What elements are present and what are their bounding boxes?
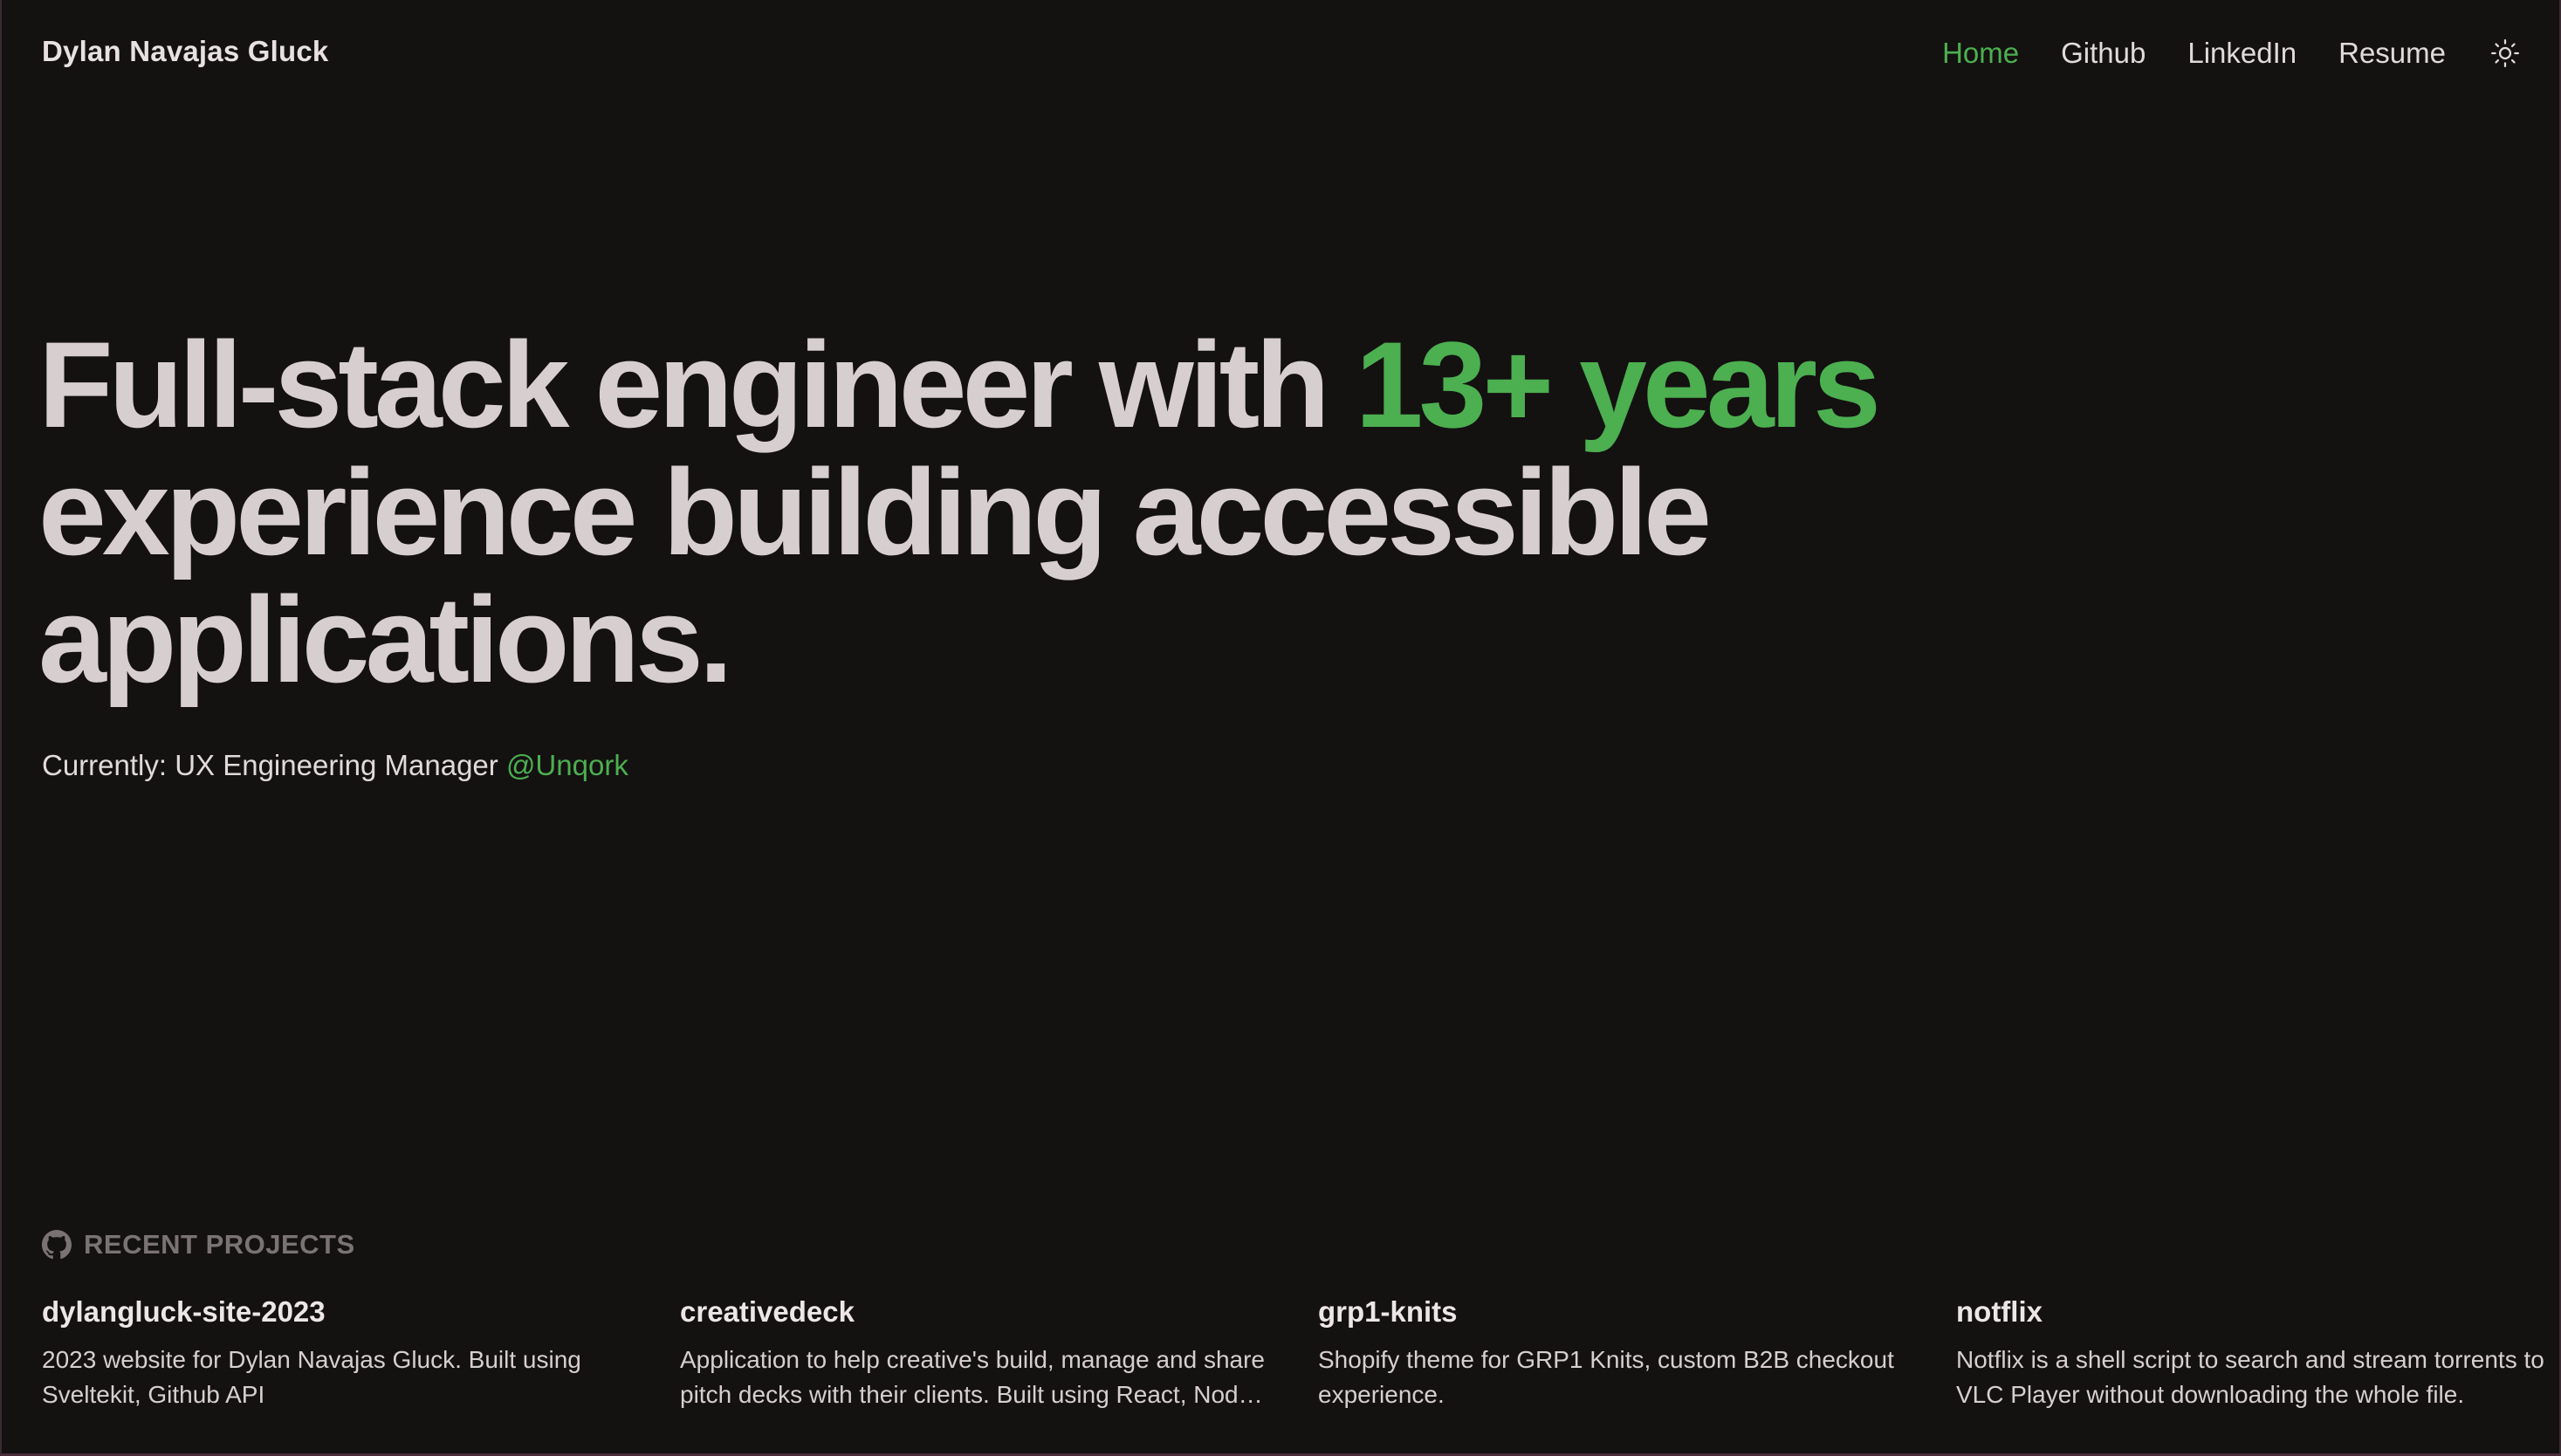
project-card[interactable]: notflix Notflix is a shell script to sea… xyxy=(1956,1295,2551,1412)
hero-headline-part1: Full-stack engineer with xyxy=(38,316,1356,453)
project-name[interactable]: grp1-knits xyxy=(1318,1295,1913,1329)
project-description: Application to help creative's build, ma… xyxy=(680,1346,1265,1408)
main-nav: Home Github LinkedIn Resume xyxy=(1942,31,2523,75)
project-description: 2023 website for Dylan Navajas Gluck. Bu… xyxy=(42,1346,581,1408)
project-description: Notflix is a shell script to search and … xyxy=(1956,1346,2544,1408)
nav-resume-link[interactable]: Resume xyxy=(2338,37,2446,70)
project-card[interactable]: dylangluck-site-2023 2023 website for Dy… xyxy=(42,1295,637,1412)
recent-projects-heading: RECENT PROJECTS xyxy=(42,1229,355,1260)
theme-toggle-button[interactable] xyxy=(2488,36,2523,71)
employer-link[interactable]: @Unqork xyxy=(506,749,628,781)
nav-home-link[interactable]: Home xyxy=(1942,37,2019,70)
nav-linkedin-link[interactable]: LinkedIn xyxy=(2187,37,2297,70)
project-name[interactable]: creativedeck xyxy=(680,1295,1275,1329)
site-name[interactable]: Dylan Navajas Gluck xyxy=(42,35,328,68)
project-description: Shopify theme for GRP1 Knits, custom B2B… xyxy=(1318,1346,1894,1408)
hero-headline-part2: experience building accessible applicati… xyxy=(38,443,1712,708)
github-icon xyxy=(42,1230,72,1260)
browser-frame xyxy=(0,0,2561,1456)
hero-headline: Full-stack engineer with 13+ years exper… xyxy=(38,321,2133,704)
current-role: Currently: UX Engineering Manager @Unqor… xyxy=(42,749,628,782)
hero-headline-accent: 13+ years xyxy=(1355,316,1881,453)
recent-projects-label: RECENT PROJECTS xyxy=(84,1229,355,1260)
project-card[interactable]: grp1-knits Shopify theme for GRP1 Knits,… xyxy=(1318,1295,1913,1412)
project-name[interactable]: notflix xyxy=(1956,1295,2551,1329)
current-role-text: Currently: UX Engineering Manager xyxy=(42,749,506,781)
sun-icon xyxy=(2490,38,2520,68)
project-name[interactable]: dylangluck-site-2023 xyxy=(42,1295,637,1329)
project-card[interactable]: creativedeck Application to help creativ… xyxy=(680,1295,1275,1412)
nav-github-link[interactable]: Github xyxy=(2061,37,2146,70)
projects-grid: dylangluck-site-2023 2023 website for Dy… xyxy=(42,1295,2544,1412)
